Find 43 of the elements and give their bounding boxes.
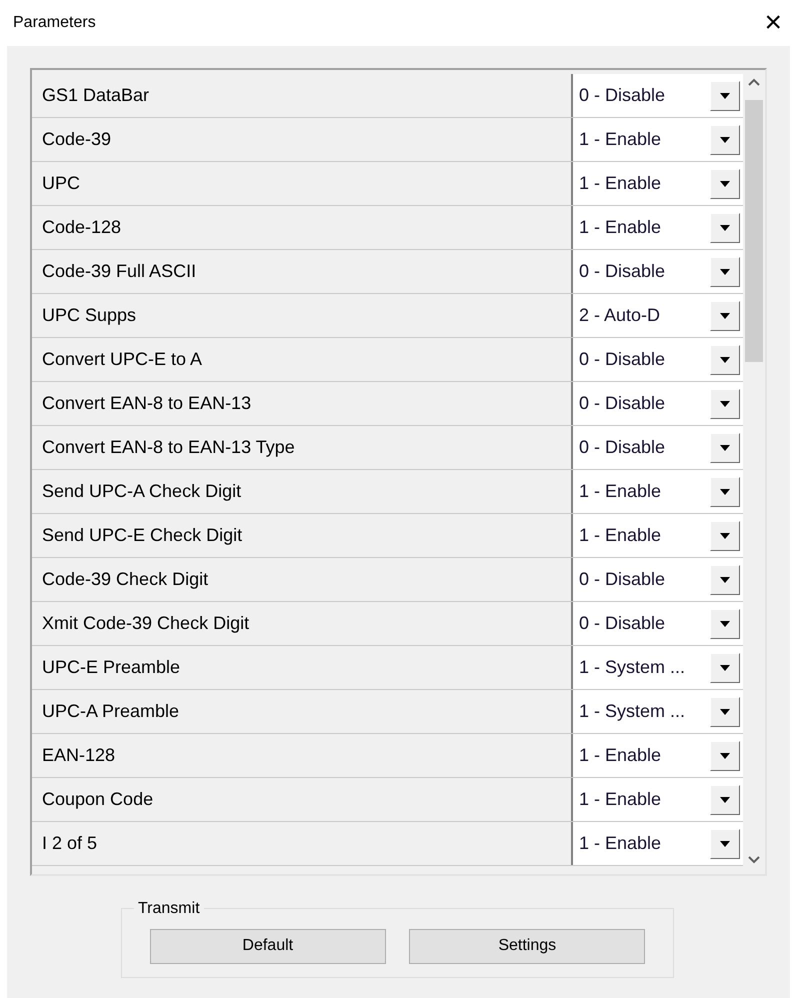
value-dropdown[interactable]: 0 - Disable [573, 338, 743, 381]
value-dropdown[interactable]: 1 - System ... [573, 646, 743, 689]
dropdown-arrow-icon [720, 180, 730, 186]
value-dropdown[interactable]: 1 - Enable [573, 470, 743, 513]
close-button[interactable]: × [764, 8, 784, 38]
dropdown-arrow-icon [720, 488, 730, 494]
dropdown-arrow-icon [720, 312, 730, 318]
value-dropdown[interactable]: 1 - Enable [573, 778, 743, 821]
value-dropdown[interactable]: 1 - Enable [573, 734, 743, 777]
dropdown-arrow-icon [720, 796, 730, 802]
scroll-thumb[interactable] [745, 100, 763, 362]
dropdown-arrow-icon [720, 224, 730, 230]
dropdown-arrow-icon [720, 576, 730, 582]
value-dropdown[interactable]: 0 - Disable [573, 382, 743, 425]
dropdown-arrow-icon [720, 752, 730, 758]
dropdown-arrow-icon [720, 400, 730, 406]
value-dropdown[interactable]: 1 - Enable [573, 514, 743, 557]
transmit-button[interactable]: Settings [409, 928, 646, 964]
value-dropdown[interactable]: 0 - Disable [573, 558, 743, 601]
dropdown-arrow-icon [720, 356, 730, 362]
value-dropdown[interactable]: 1 - Enable [573, 162, 743, 205]
value-dropdown[interactable]: 1 - Enable [573, 822, 743, 865]
dropdown-arrow-icon [720, 664, 730, 670]
dropdown-arrow-icon [720, 136, 730, 142]
dropdown-arrow-icon [720, 532, 730, 538]
dropdown-arrow-icon [720, 840, 730, 846]
window-title: Parameters [13, 13, 96, 33]
value-dropdown[interactable]: 0 - Disable [573, 426, 743, 469]
scroll-down-icon[interactable] [748, 856, 760, 864]
value-dropdown[interactable]: 1 - Enable [573, 206, 743, 249]
dropdown-arrow-icon [720, 92, 730, 98]
value-dropdown[interactable]: 0 - Disable [573, 74, 743, 117]
value-dropdown[interactable]: 0 - Disable [573, 250, 743, 293]
dropdown-arrow-icon [720, 268, 730, 274]
value-dropdown[interactable]: 2 - Auto-D [573, 294, 743, 337]
dropdown-arrow-icon [720, 444, 730, 450]
dropdown-arrow-icon [720, 708, 730, 714]
value-dropdown[interactable]: 0 - Disable [573, 602, 743, 645]
scroll-up-icon[interactable] [748, 78, 760, 86]
value-dropdown[interactable]: 1 - Enable [573, 118, 743, 161]
transmit-button[interactable]: Default [150, 928, 386, 964]
dropdown-arrow-icon [720, 620, 730, 626]
value-dropdown[interactable]: 1 - System ... [573, 690, 743, 733]
